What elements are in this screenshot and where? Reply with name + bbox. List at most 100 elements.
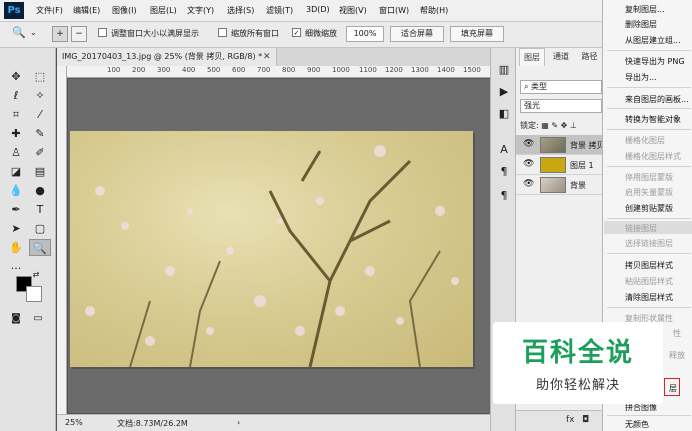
- tool-presets-icon[interactable]: ¶: [496, 188, 512, 204]
- resize-windows-checkbox[interactable]: [98, 28, 107, 37]
- pen-tool-icon[interactable]: ✒: [5, 201, 27, 218]
- menu-view[interactable]: 视图(V): [339, 5, 367, 16]
- zoom-in-button[interactable]: +: [52, 26, 68, 42]
- close-icon[interactable]: ✕: [263, 48, 271, 66]
- menu-layer[interactable]: 图层(L): [150, 5, 177, 16]
- menu-item-clear-layer-style[interactable]: 清除图层样式: [625, 292, 673, 303]
- menu-item-export-as[interactable]: 导出为...: [625, 72, 657, 83]
- eye-icon[interactable]: 👁: [523, 159, 534, 169]
- history-brush-tool-icon[interactable]: ✐: [29, 144, 51, 161]
- zoom-level-field[interactable]: 100%: [346, 26, 384, 42]
- actions-panel-icon[interactable]: ▶: [496, 84, 512, 100]
- fx-icon[interactable]: fx: [566, 415, 575, 425]
- menu-item-no-color[interactable]: 无颜色: [625, 419, 649, 430]
- tab-channels[interactable]: 通道: [547, 48, 575, 66]
- add-mask-icon[interactable]: ◘: [582, 415, 589, 425]
- history-panel-icon[interactable]: ▥: [496, 62, 512, 78]
- properties-panel-icon[interactable]: ◧: [496, 106, 512, 122]
- status-bar: 25% 文档:8.73M/26.2M ›: [57, 414, 490, 431]
- brush-tool-icon[interactable]: ✎: [29, 125, 51, 142]
- menu-item-duplicate-layer[interactable]: 复制图层...: [625, 4, 665, 15]
- photoshop-logo: Ps: [4, 2, 24, 19]
- lasso-tool-icon[interactable]: ℓ: [5, 87, 27, 104]
- more-tools-icon[interactable]: ···: [5, 260, 27, 277]
- menu-file[interactable]: 文件(F): [36, 5, 63, 16]
- menu-help[interactable]: 帮助(H): [420, 5, 448, 16]
- canvas-area[interactable]: [68, 79, 490, 413]
- screen-mode-icon[interactable]: ▭: [30, 310, 46, 327]
- magic-wand-tool-icon[interactable]: ✧: [29, 87, 51, 104]
- chevron-down-icon[interactable]: ⌄: [30, 28, 37, 37]
- type-tool-icon[interactable]: T: [29, 201, 51, 218]
- menu-item-convert-smart-object[interactable]: 转换为智能对象: [625, 114, 681, 125]
- menu-edit[interactable]: 编辑(E): [73, 5, 100, 16]
- menu-item-create-clipping-mask[interactable]: 创建剪贴蒙版: [625, 203, 673, 214]
- lock-all-icon[interactable]: ⊥: [570, 121, 577, 130]
- hand-tool-icon[interactable]: ✋: [5, 239, 27, 256]
- zoom-tool-icon[interactable]: 🔍: [29, 239, 51, 256]
- zoom-readout[interactable]: 25%: [65, 418, 83, 427]
- layer-row[interactable]: 👁 背景: [516, 175, 602, 195]
- lock-transparency-icon[interactable]: ▦: [541, 121, 549, 130]
- menu-item-partial: 性: [673, 329, 681, 338]
- menu-item-copy-layer-style[interactable]: 拷贝图层样式: [625, 260, 673, 271]
- menu-3d[interactable]: 3D(D): [306, 5, 330, 14]
- eraser-tool-icon[interactable]: ◪: [5, 163, 27, 180]
- eyedropper-tool-icon[interactable]: ⁄: [29, 106, 51, 123]
- eye-icon[interactable]: 👁: [523, 179, 534, 189]
- menu-image[interactable]: 图像(I): [112, 5, 137, 16]
- document-tab[interactable]: IMG_20170403_13.jpg @ 25% (背景 拷贝, RGB/8)…: [57, 48, 277, 66]
- fit-screen-button[interactable]: 适合屏幕: [390, 26, 444, 42]
- menu-filter[interactable]: 滤镜(T): [266, 5, 293, 16]
- layers-panel-footer: fx ◘: [516, 410, 602, 431]
- status-menu-arrow-icon[interactable]: ›: [237, 418, 240, 427]
- character-panel-icon[interactable]: A: [496, 142, 512, 158]
- healing-brush-tool-icon[interactable]: ✚: [5, 125, 27, 142]
- ruler-number: 1300: [411, 66, 429, 74]
- document-tab-bar: IMG_20170403_13.jpg @ 25% (背景 拷贝, RGB/8)…: [57, 48, 490, 66]
- fill-screen-button[interactable]: 填充屏幕: [450, 26, 504, 42]
- layer-row[interactable]: 👁 图层 1: [516, 155, 602, 175]
- clone-stamp-tool-icon[interactable]: ♙: [5, 144, 27, 161]
- zoom-tool-icon[interactable]: 🔍: [12, 26, 26, 39]
- scrubby-zoom-checkbox[interactable]: ✓: [292, 28, 301, 37]
- menu-item-group-from-layers[interactable]: 从图层建立组...: [625, 35, 681, 46]
- menu-select[interactable]: 选择(S): [227, 5, 254, 16]
- zoom-all-windows-checkbox[interactable]: [218, 28, 227, 37]
- photo-image: [70, 131, 473, 367]
- layer-row[interactable]: 👁 背景 拷贝: [516, 135, 605, 155]
- menu-separator: [607, 415, 691, 416]
- dodge-tool-icon[interactable]: ●: [29, 182, 51, 199]
- menu-item-delete-layer[interactable]: 删除图层: [625, 19, 657, 30]
- marquee-tool-icon[interactable]: ⬚: [29, 68, 51, 85]
- lock-pixels-icon[interactable]: ✎: [551, 121, 558, 130]
- paragraph-panel-icon[interactable]: ¶: [496, 164, 512, 180]
- menu-item-quick-export-png[interactable]: 快速导出为 PNG: [625, 56, 685, 67]
- ruler-number: 800: [282, 66, 296, 74]
- swap-colors-icon[interactable]: ⇄: [30, 270, 42, 280]
- tab-layers[interactable]: 图层: [519, 48, 545, 66]
- shape-tool-icon[interactable]: ▢: [29, 220, 51, 237]
- ruler-number: 1000: [332, 66, 350, 74]
- background-color-swatch[interactable]: [26, 286, 42, 302]
- move-tool-icon[interactable]: ✥: [5, 68, 27, 85]
- menu-separator: [607, 253, 691, 254]
- menu-item-artboard-from-layers[interactable]: 来自图层的画板...: [625, 94, 689, 105]
- crop-tool-icon[interactable]: ⌗: [5, 106, 27, 123]
- tab-paths[interactable]: 路径: [577, 48, 602, 66]
- zoom-out-button[interactable]: −: [71, 26, 87, 42]
- layer-thumbnail: [540, 137, 566, 153]
- eye-icon[interactable]: 👁: [523, 139, 534, 149]
- blend-mode-select[interactable]: 强光: [520, 99, 602, 113]
- lock-position-icon[interactable]: ✥: [561, 121, 568, 130]
- quick-mask-icon[interactable]: ◙: [8, 310, 24, 327]
- ruler-number: 1400: [437, 66, 455, 74]
- menu-separator: [607, 108, 691, 109]
- gradient-tool-icon[interactable]: ▤: [29, 163, 51, 180]
- blur-tool-icon[interactable]: 💧: [5, 182, 27, 199]
- path-selection-tool-icon[interactable]: ➤: [5, 220, 27, 237]
- menu-item-paste-layer-style: 粘贴图层样式: [625, 277, 673, 286]
- menu-type[interactable]: 文字(Y): [187, 5, 214, 16]
- layer-filter-select[interactable]: ⌕ 类型: [520, 80, 602, 94]
- menu-window[interactable]: 窗口(W): [379, 5, 409, 16]
